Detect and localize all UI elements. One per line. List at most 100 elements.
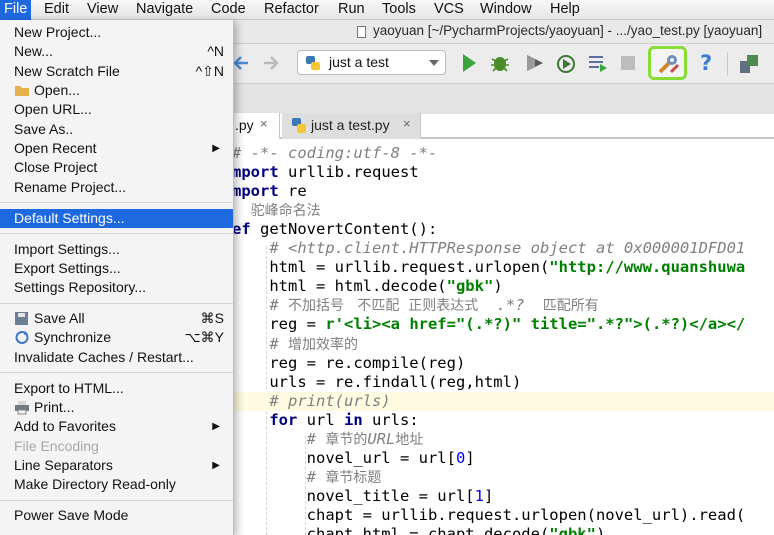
code-token: mport bbox=[232, 163, 279, 182]
code-token: # bbox=[232, 296, 288, 315]
menu-item-default-settings[interactable]: Default Settings... bbox=[0, 208, 233, 228]
menu-item-make-directory-read-only[interactable]: Make Directory Read-only bbox=[0, 475, 233, 494]
code-line: # 增加效率的 bbox=[232, 335, 774, 354]
run-configuration-select[interactable]: just a test bbox=[297, 50, 446, 75]
menu-item-label: Close Project bbox=[14, 159, 98, 176]
menu-refactor[interactable]: Refactor bbox=[264, 0, 319, 20]
folder-icon bbox=[15, 86, 29, 97]
code-line: html = html.decode("gbk") bbox=[232, 277, 774, 296]
stop-icon[interactable] bbox=[620, 55, 636, 71]
menu-item-label: Rename Project... bbox=[14, 178, 127, 195]
code-token: 增加效率的 bbox=[288, 336, 358, 353]
tab-just-a-test[interactable]: just a test.py × bbox=[282, 113, 421, 139]
menu-item-label: Export Settings... bbox=[14, 259, 121, 276]
submenu-arrow-icon: ▶ bbox=[212, 421, 220, 433]
code-line: chapt_html = chapt.decode("gbk") bbox=[232, 525, 774, 535]
run-to-cursor-icon[interactable] bbox=[587, 54, 609, 74]
code-line: reg = re.compile(reg) bbox=[232, 354, 774, 373]
menu-file[interactable]: File bbox=[0, 0, 32, 20]
menu-item-label: New... bbox=[14, 43, 53, 60]
menu-item-close-project[interactable]: Close Project bbox=[0, 158, 233, 177]
tab-close-icon[interactable]: × bbox=[260, 116, 268, 131]
menu-item-open-recent[interactable]: Open Recent ▶ bbox=[0, 139, 233, 158]
code-token: r'<li><a href="(.*?)" title=".*?">(.*?)<… bbox=[325, 315, 746, 334]
code-token: chapt = urllib.request.urlopen(novel_url… bbox=[232, 505, 746, 524]
code-token: .*? bbox=[487, 296, 534, 315]
file-menu-dropdown: New Project... New... ^N New Scratch File ^⇧… bbox=[0, 20, 234, 535]
code-line: mport urllib.request bbox=[232, 163, 774, 182]
menu-navigate[interactable]: Navigate bbox=[136, 0, 193, 20]
menu-item-label: Make Directory Read-only bbox=[14, 476, 176, 493]
code-token: 章节标题 bbox=[325, 469, 382, 486]
menu-item-add-to-favorites[interactable]: Add to Favorites ▶ bbox=[0, 417, 233, 436]
menu-item-label: Line Separators bbox=[14, 457, 113, 473]
code-token: mport bbox=[232, 182, 279, 201]
menu-vcs[interactable]: VCS bbox=[434, 0, 464, 20]
back-arrow-icon[interactable] bbox=[232, 54, 250, 72]
code-token: "http://www.quanshuwa bbox=[549, 258, 746, 277]
forward-arrow-icon[interactable] bbox=[262, 54, 280, 72]
menu-item-open[interactable]: Open... bbox=[0, 81, 233, 100]
code-line: urls = re.findall(reg,html) bbox=[232, 373, 774, 392]
menu-item-synchronize[interactable]: Synchronize ⌥⌘Y bbox=[0, 328, 233, 347]
menu-code[interactable]: Code bbox=[211, 0, 246, 20]
menu-item-print[interactable]: Print... bbox=[0, 398, 233, 417]
menu-item-label: File Encoding bbox=[14, 437, 99, 454]
window-title: yaoyuan [~/PycharmProjects/yaoyuan] - ..… bbox=[373, 23, 763, 38]
menu-item-save-as[interactable]: Save As.. bbox=[0, 120, 233, 139]
run-icon[interactable] bbox=[461, 53, 477, 73]
menu-item-open-url[interactable]: Open URL... bbox=[0, 100, 233, 119]
menu-item-label: Default Settings... bbox=[14, 209, 125, 226]
code-token: for bbox=[269, 410, 298, 429]
menu-item-settings-repository[interactable]: Settings Repository... bbox=[0, 278, 233, 297]
menu-item-export-to-html[interactable]: Export to HTML... bbox=[0, 379, 233, 398]
run-with-coverage-icon[interactable] bbox=[524, 53, 546, 73]
menu-item-label: New Project... bbox=[14, 24, 102, 40]
code-line: novel_title = url[1] bbox=[232, 487, 774, 506]
code-token: novel_url = url[ bbox=[232, 448, 456, 467]
svg-text:?: ? bbox=[700, 52, 712, 74]
tab-yao-test[interactable]: .py × bbox=[232, 113, 280, 139]
menu-tools[interactable]: Tools bbox=[382, 0, 416, 20]
menu-item-label: Save All bbox=[34, 310, 85, 327]
debug-icon[interactable] bbox=[489, 53, 511, 73]
vcs-update-icon[interactable] bbox=[738, 53, 760, 75]
menu-item-label: Import Settings... bbox=[14, 240, 120, 257]
menu-item-label: Open... bbox=[34, 82, 80, 99]
menu-run[interactable]: Run bbox=[338, 0, 365, 20]
menu-item-save-all[interactable]: Save All ⌘S bbox=[0, 309, 233, 328]
profile-icon[interactable] bbox=[555, 53, 577, 75]
code-token: ] bbox=[483, 486, 494, 505]
tab-close-icon[interactable]: × bbox=[403, 116, 411, 131]
menu-item-new[interactable]: New... ^N bbox=[0, 42, 233, 61]
menu-item-label: Synchronize bbox=[34, 329, 112, 346]
menu-item-power-save-mode[interactable]: Power Save Mode bbox=[0, 506, 233, 525]
dropdown-arrow-icon bbox=[429, 60, 439, 66]
code-token: # bbox=[232, 334, 288, 353]
menu-item-new-project[interactable]: New Project... bbox=[0, 23, 233, 42]
project-structure-button[interactable] bbox=[648, 46, 687, 80]
menu-item-rename-project[interactable]: Rename Project... bbox=[0, 178, 233, 197]
code-line: ef getNovertContent(): bbox=[232, 220, 774, 239]
code-token: novel_title = url[ bbox=[232, 486, 475, 505]
menu-item-import-settings[interactable]: Import Settings... bbox=[0, 240, 233, 259]
menu-view[interactable]: View bbox=[87, 0, 118, 20]
code-editor[interactable]: # -*- coding:utf-8 -*- mport urllib.reque… bbox=[232, 139, 774, 535]
tab-label: just a test.py bbox=[311, 117, 390, 133]
code-line: # print(urls) bbox=[232, 391, 774, 411]
menu-item-new-scratch-file[interactable]: New Scratch File ^⇧N bbox=[0, 62, 233, 81]
code-token: # -*- coding:utf-8 -*- bbox=[232, 144, 438, 162]
menu-help[interactable]: Help bbox=[550, 0, 580, 20]
code-token: # bbox=[232, 429, 326, 448]
code-token: # print(urls) bbox=[269, 391, 391, 410]
menu-item-line-separators[interactable]: Line Separators ▶ bbox=[0, 456, 233, 475]
tab-label: .py bbox=[235, 117, 254, 133]
menu-window[interactable]: Window bbox=[480, 0, 532, 20]
help-icon[interactable]: ? bbox=[699, 52, 715, 74]
menu-item-export-settings[interactable]: Export Settings... bbox=[0, 259, 233, 278]
menu-item-invalidate-caches-restart[interactable]: Invalidate Caches / Restart... bbox=[0, 348, 233, 367]
menu-edit[interactable]: Edit bbox=[44, 0, 69, 20]
code-line: # 不加括号 不匹配 正则表达式 .*? 匹配所有 bbox=[232, 296, 774, 315]
